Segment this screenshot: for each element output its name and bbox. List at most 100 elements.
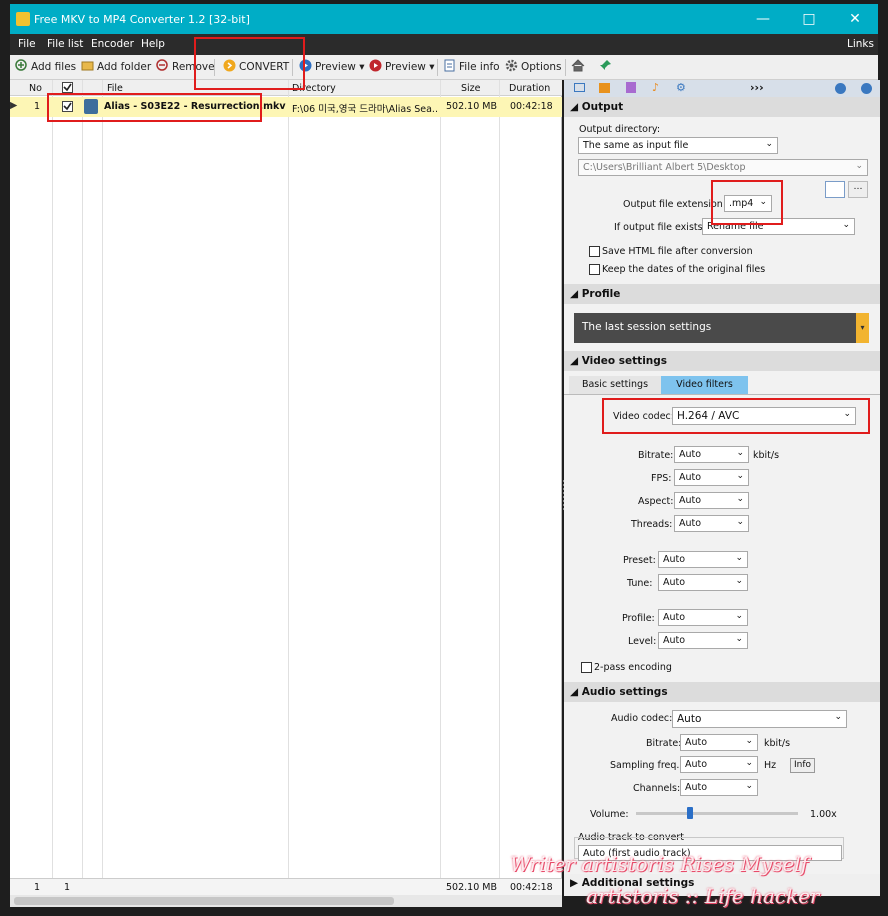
audio-info-button[interactable]: Info bbox=[790, 758, 815, 773]
video-bitrate-unit: kbit/s bbox=[753, 450, 780, 461]
row-directory: F:\06 미국,영국 드라마\Alias Sea... bbox=[292, 104, 438, 115]
collapse-up-icon[interactable] bbox=[861, 83, 872, 94]
add-folder-button[interactable]: Add folder bbox=[81, 59, 151, 76]
save-html-checkbox[interactable] bbox=[589, 246, 600, 257]
maximize-button[interactable]: □ bbox=[786, 4, 832, 34]
keep-dates-label: Keep the dates of the original files bbox=[602, 264, 766, 275]
chevron-down-icon[interactable]: ▾ bbox=[359, 61, 364, 73]
channels-select[interactable]: Auto ⌄ bbox=[680, 779, 758, 796]
audio-bitrate-select[interactable]: Auto ⌄ bbox=[680, 734, 758, 751]
output-section-header[interactable]: ◢ Output bbox=[564, 97, 880, 117]
volume-slider-thumb[interactable] bbox=[687, 807, 694, 819]
col-no[interactable]: No bbox=[29, 83, 42, 94]
audio-codec-value: Auto bbox=[677, 713, 702, 725]
audio-codec-select[interactable]: Auto ⌄ bbox=[672, 710, 847, 728]
tab-basic-settings[interactable]: Basic settings bbox=[569, 376, 661, 394]
select-all-checkbox[interactable] bbox=[62, 82, 73, 93]
add-files-button[interactable]: Add files bbox=[15, 59, 76, 76]
chevron-down-icon: ⌄ bbox=[834, 712, 842, 722]
scrollbar-thumb[interactable] bbox=[14, 897, 394, 905]
preview-button-2[interactable]: Preview ▾ bbox=[369, 59, 435, 76]
volume-label: Volume: bbox=[590, 809, 629, 820]
preset-value: Auto bbox=[663, 554, 686, 565]
gear-icon[interactable]: ⚙ bbox=[676, 81, 686, 94]
column-divider bbox=[102, 80, 103, 878]
profile-section-header[interactable]: ◢ Profile bbox=[564, 284, 880, 304]
options-button[interactable]: Options bbox=[505, 59, 562, 76]
remove-icon bbox=[156, 59, 169, 72]
output-tab-icon[interactable] bbox=[574, 83, 585, 92]
horizontal-scrollbar[interactable] bbox=[10, 895, 562, 907]
annotation-box-codec bbox=[602, 398, 870, 434]
two-pass-checkbox[interactable] bbox=[581, 662, 592, 673]
pin-button[interactable] bbox=[599, 59, 615, 76]
chevron-down-icon: ⌄ bbox=[855, 161, 863, 171]
channels-label: Channels: bbox=[633, 783, 681, 794]
video-profile-select[interactable]: Auto ⌄ bbox=[658, 609, 748, 626]
video-bitrate-select[interactable]: Auto ⌄ bbox=[674, 446, 749, 463]
settings-panel: ♪ ⚙ ››› ◢ Output Output directory: The s… bbox=[564, 80, 880, 896]
title-bar: Free MKV to MP4 Converter 1.2 [32-bit] —… bbox=[10, 4, 878, 34]
video-bitrate-label: Bitrate: bbox=[638, 450, 674, 461]
home-button[interactable] bbox=[571, 59, 587, 76]
file-list-footer: 1 1 502.10 MB 00:42:18 bbox=[10, 878, 562, 895]
edit-folder-icon[interactable] bbox=[825, 181, 845, 198]
more-tabs-icon[interactable]: ››› bbox=[750, 81, 764, 94]
options-label: Options bbox=[521, 61, 562, 73]
chevron-down-icon: ⌄ bbox=[736, 448, 744, 458]
video-section-header[interactable]: ◢ Video settings bbox=[564, 351, 880, 371]
level-label: Level: bbox=[628, 636, 657, 647]
toolbar-separator bbox=[565, 59, 566, 76]
video-tab-icon[interactable] bbox=[599, 83, 610, 93]
add-folder-label: Add folder bbox=[97, 61, 152, 73]
audio-tab-icon[interactable]: ♪ bbox=[652, 81, 659, 94]
two-pass-label: 2-pass encoding bbox=[594, 662, 672, 673]
preset-select[interactable]: Auto ⌄ bbox=[658, 551, 748, 568]
aspect-select[interactable]: Auto ⌄ bbox=[674, 492, 749, 509]
volume-value: 1.00x bbox=[810, 809, 837, 820]
sampling-freq-select[interactable]: Auto ⌄ bbox=[680, 756, 758, 773]
annotation-box-file bbox=[47, 93, 262, 122]
output-section-title: Output bbox=[581, 101, 624, 113]
menu-encoder[interactable]: Encoder bbox=[91, 38, 134, 50]
menu-file-list[interactable]: File list bbox=[47, 38, 83, 50]
col-duration[interactable]: Duration bbox=[509, 83, 550, 94]
profile-section-title: Profile bbox=[581, 288, 621, 300]
tune-label: Tune: bbox=[627, 578, 653, 589]
output-dir-path-field[interactable]: C:\Users\Brilliant Albert 5\Desktop ⌄ bbox=[578, 159, 868, 176]
file-info-button[interactable]: File info bbox=[443, 59, 500, 76]
threads-select[interactable]: Auto ⌄ bbox=[674, 515, 749, 532]
tab-video-filters[interactable]: Video filters bbox=[661, 376, 748, 394]
chevron-down-icon: ⌄ bbox=[735, 611, 743, 621]
browse-button[interactable]: … bbox=[848, 181, 868, 198]
tab-basic-label: Basic settings bbox=[581, 379, 649, 390]
close-button[interactable]: ✕ bbox=[832, 4, 878, 34]
level-select[interactable]: Auto ⌄ bbox=[658, 632, 748, 649]
fps-select[interactable]: Auto ⌄ bbox=[674, 469, 749, 486]
col-size[interactable]: Size bbox=[461, 83, 481, 94]
row-duration: 00:42:18 bbox=[510, 101, 553, 112]
tune-select[interactable]: Auto ⌄ bbox=[658, 574, 748, 591]
preview-label-1: Preview bbox=[315, 61, 356, 73]
footer-total-duration: 00:42:18 bbox=[510, 882, 553, 893]
file-info-icon bbox=[443, 59, 456, 72]
output-dir-mode-select[interactable]: The same as input file ⌄ bbox=[578, 137, 778, 154]
preview-button-1[interactable]: Preview ▾ bbox=[299, 59, 365, 76]
chevron-down-icon[interactable]: ▾ bbox=[429, 61, 434, 73]
audio-bitrate-unit: kbit/s bbox=[764, 738, 791, 749]
output-dir-label: Output directory: bbox=[579, 124, 661, 135]
image-tab-icon[interactable] bbox=[626, 82, 636, 93]
collapse-down-icon[interactable] bbox=[835, 83, 846, 94]
volume-slider-track[interactable] bbox=[636, 812, 798, 815]
menu-help[interactable]: Help bbox=[141, 38, 165, 50]
column-divider bbox=[499, 80, 500, 878]
audio-section-header[interactable]: ◢ Audio settings bbox=[564, 682, 880, 702]
threads-label: Threads: bbox=[631, 519, 673, 530]
tab-divider bbox=[564, 394, 880, 395]
chevron-down-icon: ⌄ bbox=[745, 758, 753, 768]
profile-select[interactable]: The last session settings ▾ bbox=[574, 313, 869, 343]
menu-file[interactable]: File bbox=[18, 38, 36, 50]
minimize-button[interactable]: — bbox=[740, 4, 786, 34]
keep-dates-checkbox[interactable] bbox=[589, 264, 600, 275]
menu-links[interactable]: Links bbox=[847, 38, 874, 50]
